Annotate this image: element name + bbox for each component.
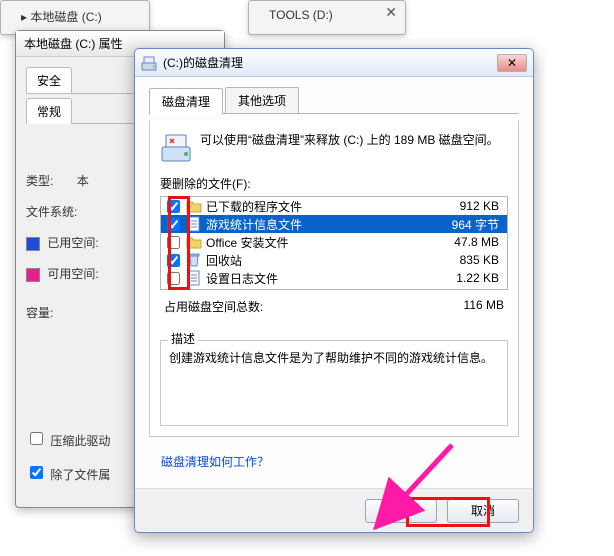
disk-cleanup-titlebar[interactable]: (C:)的磁盘清理 ✕ — [135, 49, 533, 77]
compress-checkbox[interactable] — [30, 432, 43, 445]
file-row[interactable]: 回收站835 KB — [161, 251, 507, 269]
file-size: 1.22 KB — [433, 271, 503, 285]
file-size: 964 字节 — [433, 216, 503, 233]
file-name: 设置日志文件 — [206, 270, 433, 287]
tab-more-options[interactable]: 其他选项 — [225, 87, 299, 113]
file-row[interactable]: 已下载的程序文件912 KB — [161, 197, 507, 215]
cancel-button[interactable]: 取消 — [447, 499, 519, 523]
file-name: 已下载的程序文件 — [206, 198, 433, 215]
file-row[interactable]: Office 安装文件47.8 MB — [161, 233, 507, 251]
close-button[interactable]: ✕ — [497, 54, 527, 72]
bg-fragment-d-label: TOOLS (D:) — [249, 1, 405, 22]
tab-security[interactable]: 安全 — [26, 67, 72, 93]
how-it-works-link[interactable]: 磁盘清理如何工作？ — [161, 455, 269, 469]
type-value: 本 — [77, 174, 89, 188]
doc-icon — [186, 216, 202, 232]
disk-cleanup-tabs: 磁盘清理 其他选项 — [149, 87, 519, 114]
tab-disk-cleanup[interactable]: 磁盘清理 — [149, 88, 223, 115]
compress-label: 压缩此驱动 — [50, 434, 110, 448]
file-checkbox[interactable] — [167, 200, 180, 213]
free-label: 可用空间: — [47, 267, 98, 281]
index-label: 除了文件属 — [50, 468, 110, 482]
index-checkbox[interactable] — [30, 466, 43, 479]
disk-cleanup-window: (C:)的磁盘清理 ✕ 磁盘清理 其他选项 可以使用“磁盘清理”来释放 (C:)… — [134, 48, 534, 533]
file-checkbox[interactable] — [167, 218, 180, 231]
cleanup-info-text: 可以使用“磁盘清理”来释放 (C:) 上的 189 MB 磁盘空间。 — [200, 131, 499, 149]
disk-cleanup-title: (C:)的磁盘清理 — [163, 54, 497, 71]
folder-icon — [186, 198, 202, 214]
file-checkbox[interactable] — [167, 254, 180, 267]
close-icon[interactable]: ✕ — [385, 4, 397, 21]
doc-icon — [186, 270, 202, 286]
description-box: 创建游戏统计信息文件是为了帮助维护不同的游戏统计信息。 — [160, 340, 508, 426]
file-row[interactable]: 设置日志文件1.22 KB — [161, 269, 507, 287]
file-row[interactable]: 游戏统计信息文件964 字节 — [161, 215, 507, 233]
type-label: 类型: — [26, 174, 53, 188]
free-color-icon — [26, 268, 40, 282]
tab-content: 可以使用“磁盘清理”来释放 (C:) 上的 189 MB 磁盘空间。 要删除的文… — [149, 121, 519, 437]
bg-fragment-d-drive: TOOLS (D:) ✕ — [248, 0, 406, 35]
file-name: 游戏统计信息文件 — [206, 216, 433, 233]
bin-icon — [186, 252, 202, 268]
file-size: 47.8 MB — [433, 235, 503, 249]
file-name: 回收站 — [206, 252, 433, 269]
bg-fragment-c-label: ▸ 本地磁盘 (C:) — [1, 1, 149, 25]
file-checkbox[interactable] — [167, 236, 180, 249]
tab-general[interactable]: 常规 — [26, 98, 72, 124]
total-label: 占用磁盘空间总数: — [164, 298, 263, 315]
dialog-footer: 确定 取消 — [135, 488, 533, 532]
file-name: Office 安装文件 — [206, 234, 433, 251]
used-label: 已用空间: — [47, 236, 98, 250]
file-checkbox[interactable] — [167, 272, 180, 285]
folder-icon — [186, 234, 202, 250]
description-label: 描述 — [168, 332, 198, 346]
cleanup-info-icon — [160, 131, 192, 163]
total-row: 占用磁盘空间总数: 116 MB — [150, 290, 518, 317]
file-size: 912 KB — [433, 199, 503, 213]
disk-cleanup-icon — [141, 55, 157, 71]
file-size: 835 KB — [433, 253, 503, 267]
used-color-icon — [26, 237, 40, 251]
files-to-delete-label: 要删除的文件(F): — [150, 171, 518, 194]
total-value: 116 MB — [464, 298, 504, 315]
ok-button[interactable]: 确定 — [365, 499, 437, 523]
file-list[interactable]: 已下载的程序文件912 KB游戏统计信息文件964 字节Office 安装文件4… — [160, 196, 508, 290]
